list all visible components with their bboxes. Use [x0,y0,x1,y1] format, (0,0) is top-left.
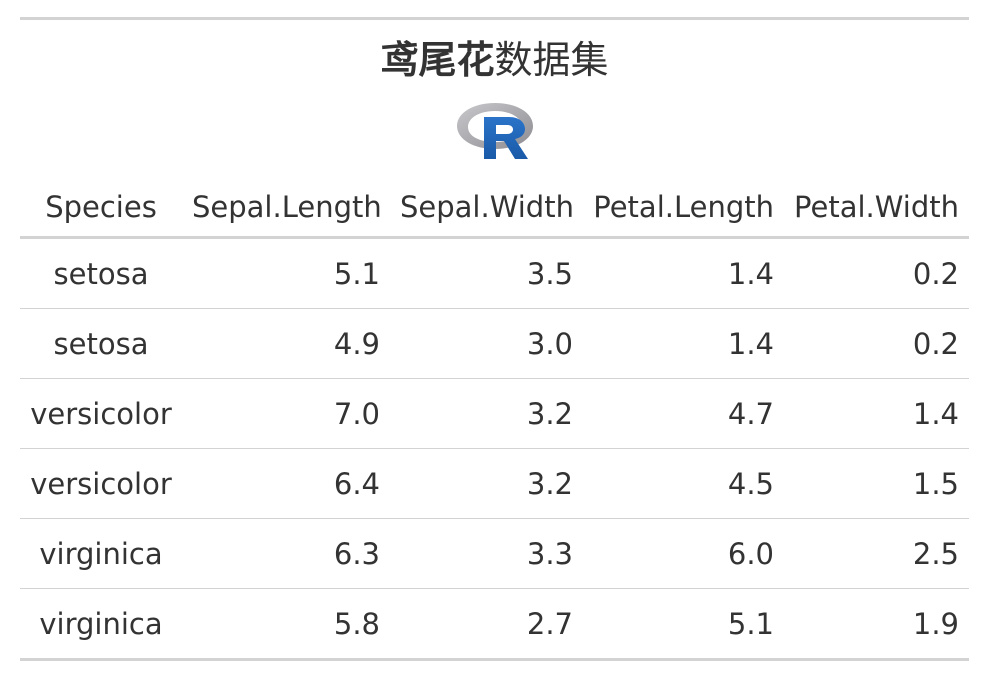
cell-species: setosa [20,237,182,309]
cell-petal-length: 6.0 [583,518,784,589]
cell-sepal-length: 6.4 [182,448,390,519]
cell-petal-length: 1.4 [583,237,784,309]
cell-species: versicolor [20,448,182,519]
data-table: Species Sepal.Length Sepal.Width Petal.L… [20,178,969,661]
column-header-petal-length: Petal.Length [583,178,784,239]
cell-sepal-length: 6.3 [182,518,390,589]
cell-sepal-length: 5.1 [182,237,390,309]
cell-sepal-width: 3.0 [390,308,583,379]
title-block: 鸢尾花数据集 [20,20,969,178]
r-logo-icon [457,103,533,159]
cell-petal-length: 4.7 [583,378,784,449]
cell-petal-length: 4.5 [583,448,784,519]
cell-sepal-width: 3.3 [390,518,583,589]
table-title: 鸢尾花数据集 [20,38,969,82]
cell-sepal-width: 3.5 [390,237,583,309]
cell-petal-width: 0.2 [784,237,969,309]
column-header-petal-width: Petal.Width [784,178,969,239]
column-header-species: Species [20,178,182,239]
cell-petal-length: 1.4 [583,308,784,379]
cell-sepal-width: 3.2 [390,448,583,519]
cell-sepal-length: 7.0 [182,378,390,449]
cell-sepal-length: 5.8 [182,588,390,661]
table-title-bold: 鸢尾花 [380,38,495,82]
cell-sepal-width: 2.7 [390,588,583,661]
cell-petal-width: 0.2 [784,308,969,379]
cell-species: versicolor [20,378,182,449]
cell-petal-width: 2.5 [784,518,969,589]
column-header-sepal-width: Sepal.Width [390,178,583,239]
table-row: versicolor 7.0 3.2 4.7 1.4 [20,378,969,449]
table-row: setosa 5.1 3.5 1.4 0.2 [20,237,969,309]
iris-table-widget: 鸢尾花数据集 Species Sepal.Length Sepal.Width … [20,17,969,661]
table-row: virginica 5.8 2.7 5.1 1.9 [20,588,969,661]
table-title-regular: 数据集 [494,38,609,82]
table-row: virginica 6.3 3.3 6.0 2.5 [20,518,969,589]
header-row: Species Sepal.Length Sepal.Width Petal.L… [20,178,969,239]
cell-petal-width: 1.4 [784,378,969,449]
cell-species: virginica [20,518,182,589]
table-row: versicolor 6.4 3.2 4.5 1.5 [20,448,969,519]
cell-sepal-length: 4.9 [182,308,390,379]
cell-petal-width: 1.5 [784,448,969,519]
cell-sepal-width: 3.2 [390,378,583,449]
cell-petal-width: 1.9 [784,588,969,661]
cell-species: virginica [20,588,182,661]
cell-petal-length: 5.1 [583,588,784,661]
cell-species: setosa [20,308,182,379]
column-header-sepal-length: Sepal.Length [182,178,390,239]
table-row: setosa 4.9 3.0 1.4 0.2 [20,308,969,379]
